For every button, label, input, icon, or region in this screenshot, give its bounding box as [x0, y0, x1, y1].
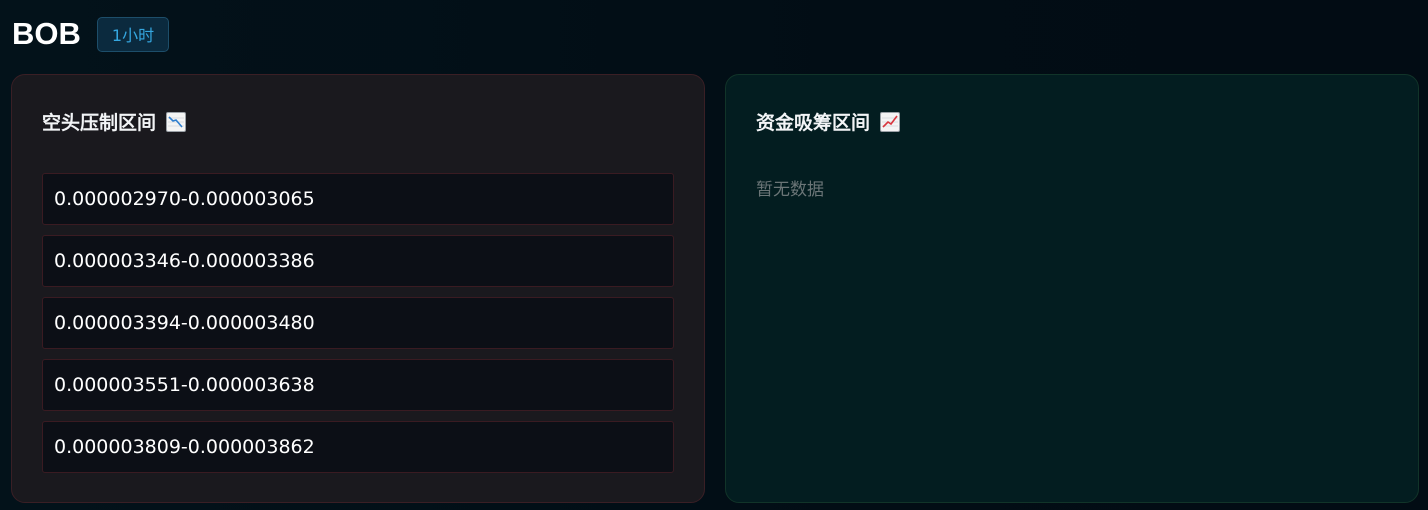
support-panel-title: 资金吸筹区间 — [756, 108, 901, 135]
zone-item: 0.000003394-0.000003480 — [42, 297, 674, 349]
timeframe-badge[interactable]: 1小时 — [96, 16, 170, 52]
zone-item: 0.000003809-0.000003862 — [42, 421, 674, 473]
resistance-panel: 空头压制区间 0.000002970-0.000003065 0.0000033… — [11, 74, 705, 503]
symbol-title: BOB — [12, 16, 81, 51]
chart-decreasing-icon — [166, 111, 187, 132]
support-title-label: 资金吸筹区间 — [756, 112, 871, 134]
resistance-zone-list: 0.000002970-0.000003065 0.000003346-0.00… — [42, 173, 674, 483]
support-panel: 资金吸筹区间 暂无数据 — [725, 74, 1419, 503]
header: BOB 1小时 — [12, 14, 170, 54]
zone-item: 0.000003346-0.000003386 — [42, 235, 674, 287]
empty-state-text: 暂无数据 — [756, 180, 824, 200]
zone-item: 0.000003551-0.000003638 — [42, 359, 674, 411]
resistance-panel-title: 空头压制区间 — [42, 108, 187, 135]
resistance-title-label: 空头压制区间 — [42, 112, 157, 134]
zone-item: 0.000002970-0.000003065 — [42, 173, 674, 225]
chart-increasing-icon — [880, 111, 901, 132]
